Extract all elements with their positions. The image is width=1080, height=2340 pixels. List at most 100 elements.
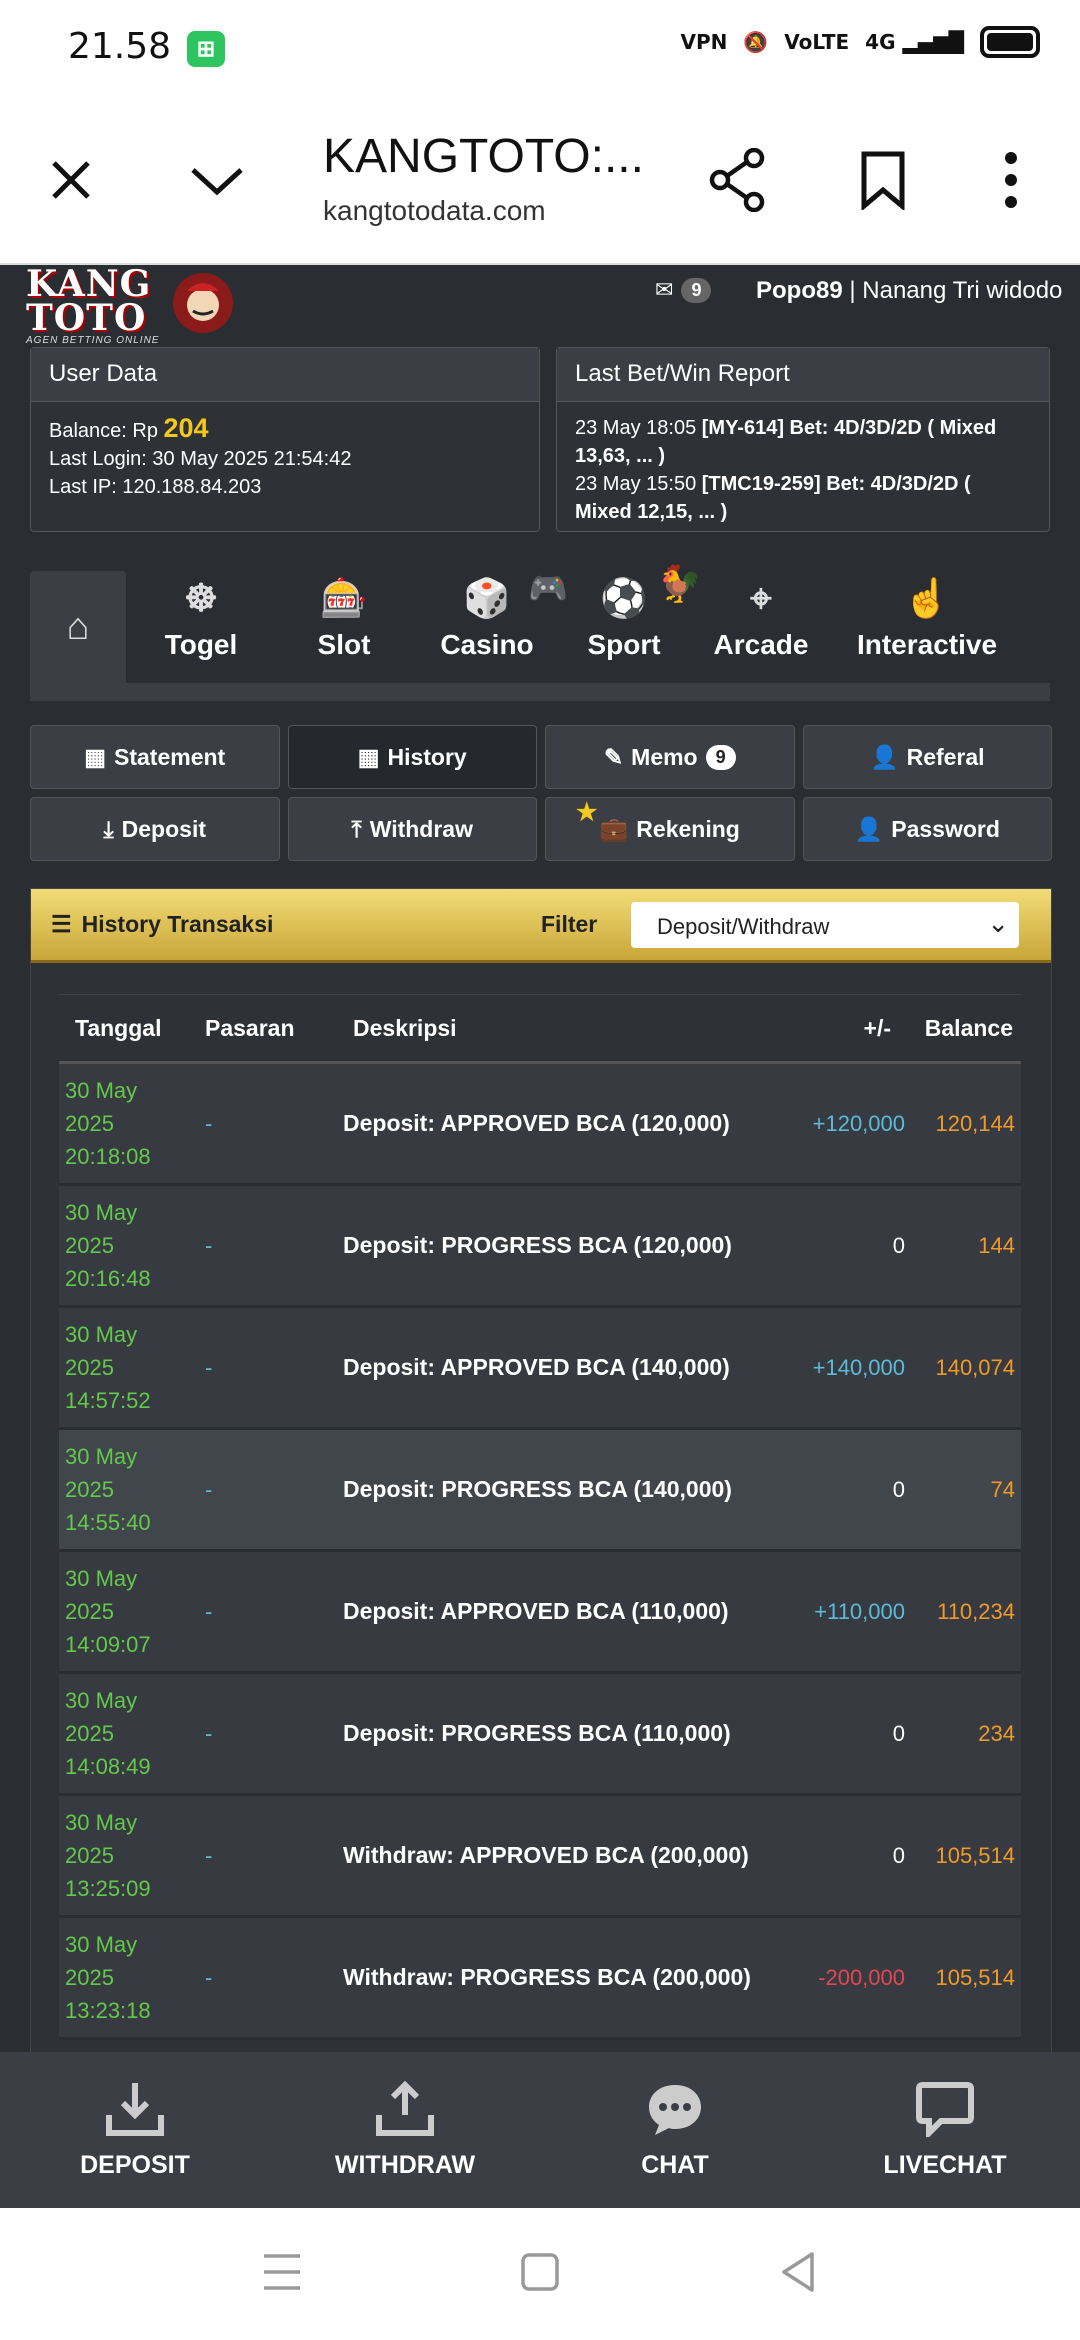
browser-toolbar: KANGTOTO:... kangtotodata.com (0, 95, 1080, 265)
mascot-emblem-icon (173, 273, 234, 333)
list-icon: ☰ (51, 911, 72, 937)
col-balance: Balance (911, 994, 1021, 1064)
table-row[interactable]: 30 May 2025 14:55:40 - Deposit: PROGRESS B… (59, 1428, 1021, 1552)
logo-tagline: AGEN BETTING ONLINE (26, 335, 160, 346)
bottom-deposit-button[interactable]: DEPOSIT (0, 2052, 270, 2208)
logo-text-toto: TOTO (26, 297, 147, 339)
envelope-icon: ✉ (655, 277, 674, 302)
vpn-icon: VPN (680, 30, 728, 54)
back-icon[interactable] (778, 2250, 818, 2294)
deposit-button[interactable]: ⤓ Deposit (30, 797, 280, 861)
history-button[interactable]: ▦ History (287, 725, 537, 789)
table-row[interactable]: 30 May 2025 13:25:09 - Withdraw: APPROVED … (59, 1794, 1021, 1918)
rekening-button[interactable]: ★ 💼 Rekening (545, 797, 795, 861)
account-menu-row-2: ⤓ Deposit ⤒ Withdraw ★ 💼 Rekening 👤 Password (30, 797, 1052, 861)
last-login: Last Login: 30 May 2025 21:54:42 (49, 448, 352, 470)
clock: 21.58 (68, 26, 172, 67)
statement-button[interactable]: ▦ Statement (30, 725, 280, 789)
balance-value: 204 (163, 413, 209, 443)
recent-apps-icon[interactable] (262, 2250, 302, 2294)
edit-icon: ✎ (603, 743, 624, 770)
bottom-action-bar: DEPOSIT WITHDRAW CHAT LIVECHAT (0, 2052, 1080, 2208)
referal-button[interactable]: 👤 Referal (802, 725, 1052, 789)
user-data-panel: User Data Balance: Rp 204 Last Login: 30… (30, 347, 540, 532)
memo-button[interactable]: ✎ Memo 9 (545, 725, 795, 789)
bottom-withdraw-button[interactable]: WITHDRAW (270, 2052, 540, 2208)
url-text[interactable]: kangtotodata.com (323, 195, 546, 227)
balance-line: Balance: Rp 204 (49, 413, 209, 443)
col-tanggal: Tanggal (59, 994, 195, 1064)
user-icon: 👤 (869, 743, 899, 770)
star-icon: ★ (576, 799, 598, 826)
report-line: 23 May 15:50 [TMC19-259] Bet: 4D/3D/2D (… (575, 473, 971, 523)
logo-text-kang: KANG (26, 265, 152, 305)
col-deskripsi: Deskripsi (333, 994, 761, 1064)
report-title: Last Bet/Win Report (557, 348, 1049, 402)
briefcase-icon: 💼 (599, 815, 629, 842)
battery-icon (980, 26, 1040, 58)
report-list[interactable]: 23 May 18:05 [MY-614] Bet: 4D/3D/2D ( Mi… (557, 402, 1049, 538)
chevron-down-icon[interactable] (182, 145, 252, 215)
nav-interactive[interactable]: ☝ Interactive (836, 571, 1018, 683)
web-page: KANG TOTO AGEN BETTING ONLINE ✉ 9 Popo89… (0, 265, 1080, 2052)
memo-count-badge: 9 (705, 744, 736, 770)
table-header-row: Tanggal Pasaran Deskripsi +/- Balance (59, 994, 1021, 1064)
download-icon (106, 2082, 164, 2136)
livechat-icon (916, 2081, 974, 2137)
bottom-chat-button[interactable]: CHAT (540, 2052, 810, 2208)
ferris-wheel-icon: ☸ (183, 578, 219, 620)
history-table: Tanggal Pasaran Deskripsi +/- Balance 30… (59, 994, 1021, 2040)
calendar-icon: ▦ (357, 743, 380, 770)
history-title: History Transaksi (81, 911, 274, 937)
upload-icon (376, 2080, 434, 2136)
chevron-down-icon: ⌄ (987, 908, 1009, 938)
bookmark-icon[interactable] (848, 145, 918, 215)
status-icons: VPN 🔕 VoLTE 4G ▂▄▆█ (680, 26, 1040, 58)
password-button[interactable]: 👤 Password (802, 797, 1052, 861)
mute-icon: 🔕 (743, 30, 769, 54)
close-icon[interactable] (36, 145, 106, 215)
share-icon[interactable] (703, 145, 773, 215)
rooster-icon: 🐓 (657, 563, 702, 604)
history-panel: ☰ History Transaksi Filter Deposit/Withd… (30, 888, 1052, 2052)
nav-slot[interactable]: 🎰 Slot (276, 571, 412, 683)
withdraw-button[interactable]: ⤒ Withdraw (287, 797, 537, 861)
history-header: ☰ History Transaksi Filter Deposit/Withd… (31, 889, 1051, 963)
user-info: Popo89 | Nanang Tri widodo (756, 277, 1063, 304)
nav-togel[interactable]: ☸ Togel (126, 571, 276, 683)
chat-bubble-icon (649, 2084, 701, 2135)
touch-icon: ☝ (903, 578, 951, 620)
table-row[interactable]: 30 May 2025 20:18:08 - Deposit: APPROVED B… (59, 1062, 1021, 1186)
more-options-icon[interactable] (976, 145, 1046, 215)
nav-sport[interactable]: 🎮 🐓 ⚽ Sport (528, 563, 702, 683)
game-category-nav: ⌂ ☸ Togel 🎰 Slot 🎲 Casino 🎮 🐓 ⚽ Sport ⌖ Arcad… (30, 563, 1050, 701)
home-square-icon[interactable] (520, 2250, 560, 2294)
inbox-button[interactable]: ✉ 9 (655, 277, 712, 303)
col-plusminus: +/- (761, 994, 911, 1064)
withdraw-icon: ⤒ (351, 815, 362, 842)
account-menu-row-1: ▦ Statement ▦ History ✎ Memo 9 👤 Referal (30, 725, 1052, 789)
gamepad-icon: 🎮 (528, 570, 568, 606)
table-row[interactable]: 30 May 2025 20:16:48 - Deposit: PROGRESS B… (59, 1184, 1021, 1308)
filter-select[interactable]: Deposit/Withdraw ⌄ (631, 902, 1019, 948)
table-row[interactable]: 30 May 2025 13:23:18 - Withdraw: PROGRESS … (59, 1916, 1021, 2040)
last-ip: Last IP: 120.188.84.203 (49, 476, 262, 498)
volte-icon: VoLTE (784, 30, 850, 54)
table-row[interactable]: 30 May 2025 14:57:52 - Deposit: APPROVED B… (59, 1306, 1021, 1430)
slot-machine-icon: 🎰 (320, 578, 368, 620)
table-row[interactable]: 30 May 2025 14:08:49 - Deposit: PROGRESS B… (59, 1672, 1021, 1796)
crosshair-icon: ⌖ (750, 578, 772, 620)
inbox-count-badge: 9 (681, 277, 712, 303)
brand-logo[interactable]: KANG TOTO AGEN BETTING ONLINE (26, 265, 266, 346)
nav-arcade[interactable]: ⌖ Arcade (686, 571, 836, 683)
bottom-livechat-button[interactable]: LIVECHAT (810, 2052, 1080, 2208)
col-pasaran: Pasaran (195, 994, 333, 1064)
report-line: 23 May 18:05 [MY-614] Bet: 4D/3D/2D ( Mi… (575, 417, 997, 467)
nav-home[interactable]: ⌂ (30, 571, 126, 683)
user-data-title: User Data (31, 348, 539, 402)
full-name: Nanang Tri widodo (862, 277, 1063, 304)
user-icon: 👤 (854, 815, 884, 842)
soccer-ball-icon: ⚽ (600, 578, 648, 620)
notification-app-icon: ⊞ (187, 31, 225, 67)
table-row[interactable]: 30 May 2025 14:09:07 - Deposit: APPROVED B… (59, 1550, 1021, 1674)
